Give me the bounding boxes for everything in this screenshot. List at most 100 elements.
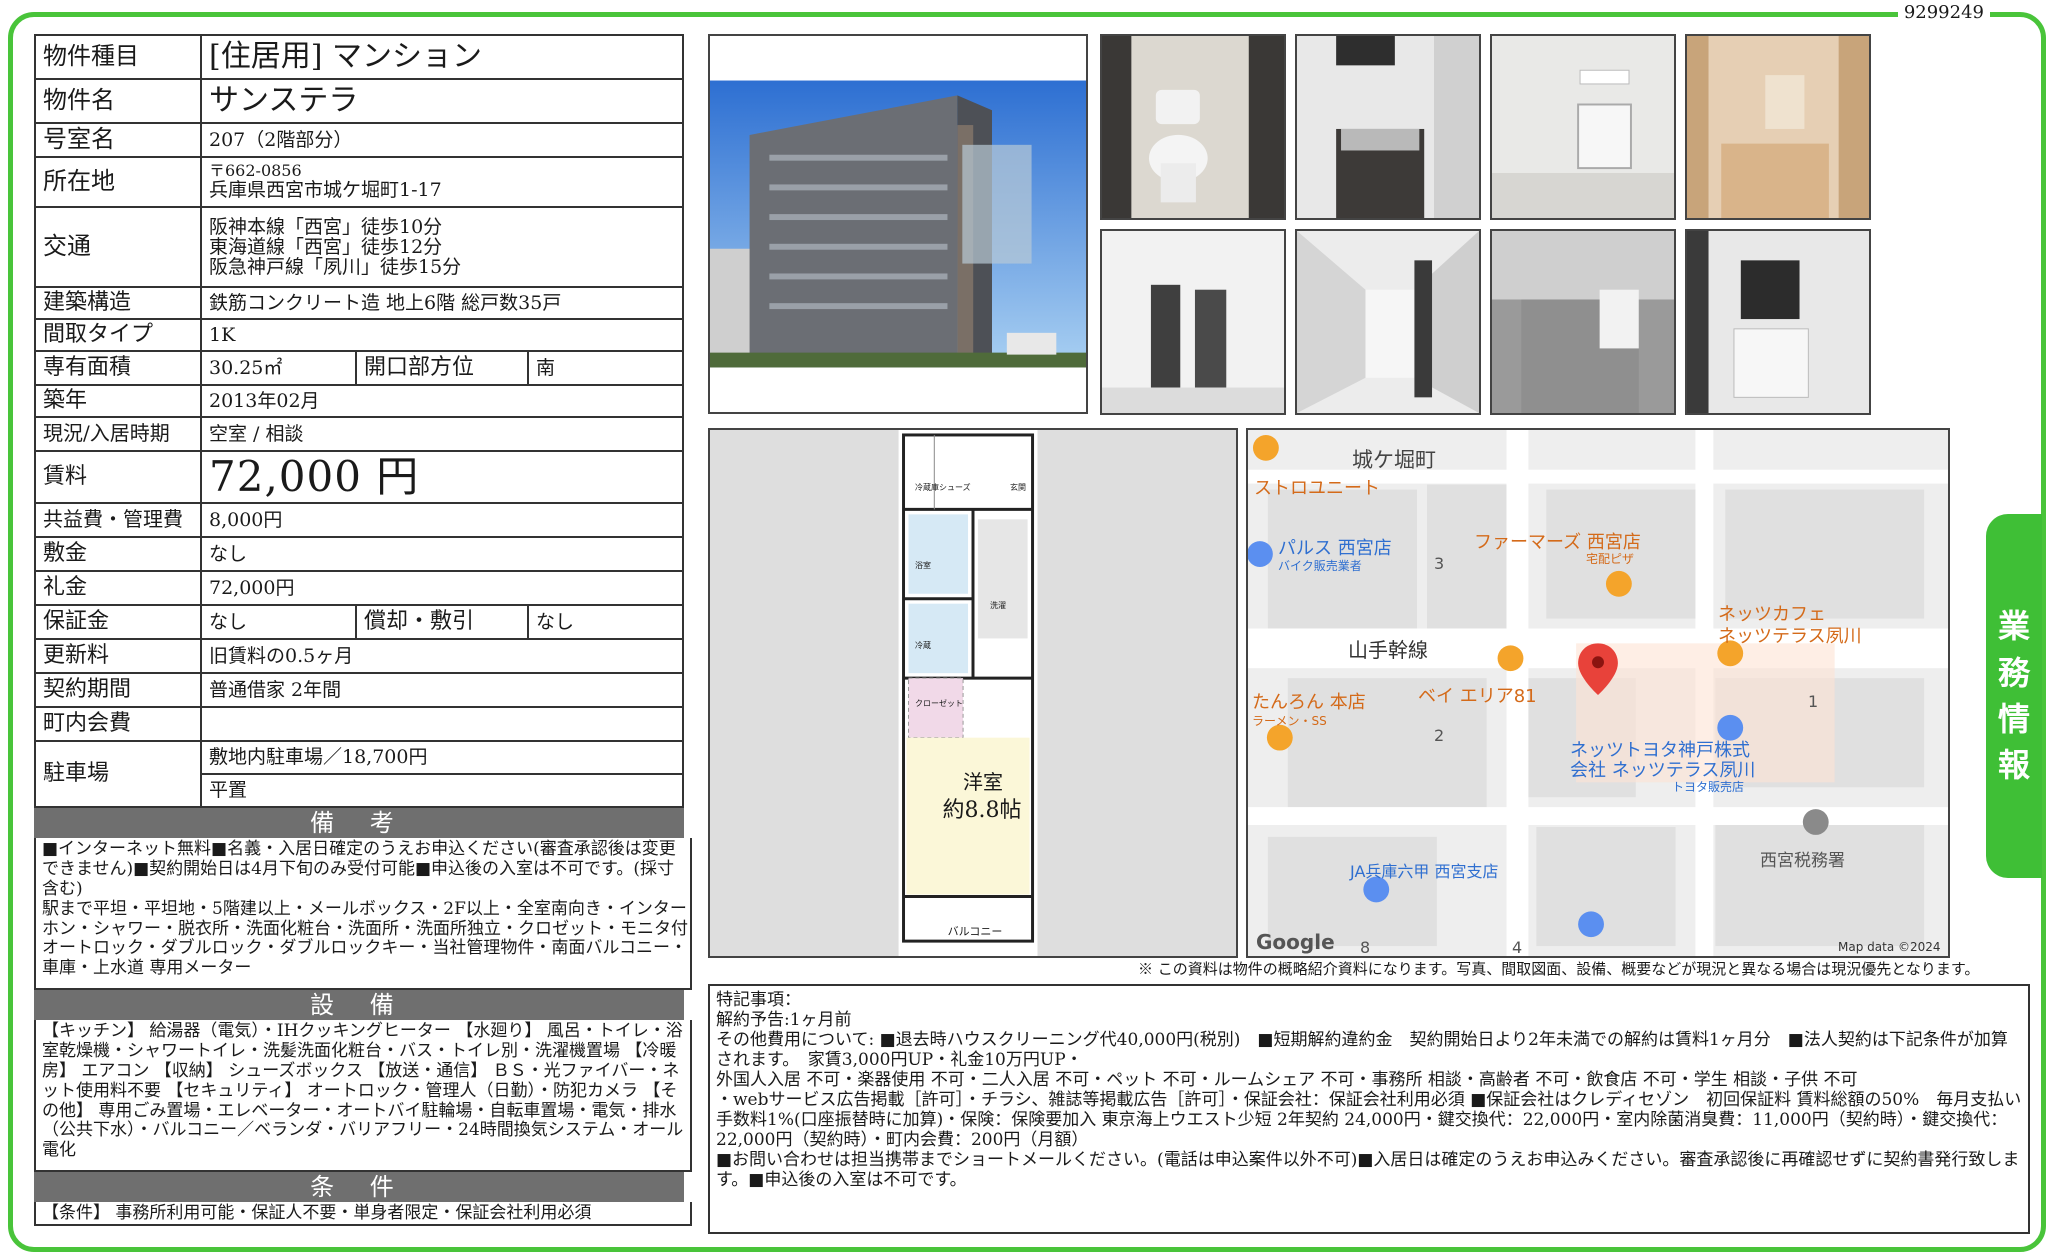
- google-logo: Google: [1256, 930, 1335, 954]
- plan-label: シューズ: [939, 483, 971, 492]
- conditions-body: 【条件】 事務所利用可能・保証人不要・単身者限定・保証会社利用必須: [34, 1202, 692, 1226]
- conditions-text: 【条件】 事務所利用可能・保証人不要・単身者限定・保証会社利用必須: [42, 1203, 592, 1223]
- reference-number: 9299249: [1897, 2, 1990, 23]
- remarks-text: ■インターネット無料■名義・入居日確定のうえお申込ください(審査承認後は変更でき…: [42, 839, 688, 979]
- guarantee-value: なし: [200, 604, 357, 640]
- floor-plan[interactable]: 洋室 約8.8帖 バルコニー 冷蔵庫 洗濯 浴室 シューズ 冷蔵 玄関 クローゼ…: [708, 428, 1238, 958]
- map-number: 3: [1434, 554, 1445, 573]
- fee-label: 共益費・管理費: [34, 502, 202, 538]
- renewal-label: 更新料: [34, 638, 202, 674]
- row-name: 物件名 サンステラ: [34, 78, 684, 124]
- contract-value: 普通借家 2年間: [200, 672, 684, 708]
- balcony-photo[interactable]: [1490, 229, 1676, 415]
- deposit-value: なし: [200, 536, 684, 572]
- deposit-label: 敷金: [34, 536, 202, 572]
- toilet-photo[interactable]: [1100, 34, 1286, 220]
- parking-label: 駐車場: [34, 740, 202, 808]
- plan-label: 冷蔵庫: [915, 483, 939, 492]
- plan-label: 冷蔵: [915, 641, 931, 650]
- row-layout: 間取タイプ 1K: [34, 318, 684, 352]
- map-attribution: Map data ©2024: [1838, 940, 1941, 954]
- room-window-photo[interactable]: [1490, 34, 1676, 220]
- rent-value: 72,000 円: [200, 450, 684, 504]
- exterior-photo[interactable]: [708, 34, 1088, 414]
- row-built: 築年 2013年02月: [34, 384, 684, 418]
- rent-label: 賃料: [34, 450, 202, 504]
- key-money-value: 72,000円: [200, 570, 684, 606]
- layout-label: 間取タイプ: [34, 318, 202, 352]
- name-value: サンステラ: [200, 78, 684, 124]
- layout-value: 1K: [200, 318, 684, 352]
- fee-value: 8,000円: [200, 502, 684, 538]
- structure-label: 建築構造: [34, 286, 202, 320]
- plan-room-size: 約8.8帖: [942, 798, 1022, 823]
- traffic-label: 交通: [34, 206, 202, 288]
- map-label: ベイ エリア81: [1418, 686, 1537, 707]
- map-label: ネッツテラス夙川: [1718, 626, 1862, 647]
- property-table: 物件種目 [住居用] マンション 物件名 サンステラ 号室名 207（2階部分）…: [34, 34, 684, 808]
- traffic-line: 阪神本線「西宮」徒歩10分: [209, 215, 443, 238]
- guarantee-label: 保証金: [34, 604, 202, 640]
- row-deposit: 敷金 なし: [34, 536, 684, 572]
- plan-label: クローゼット: [915, 699, 963, 708]
- map-number: 1: [1808, 692, 1819, 711]
- remarks-heading: 備 考: [34, 808, 684, 838]
- plan-room-name: 洋室: [963, 770, 1003, 794]
- side-tab-char: 業: [1997, 607, 2030, 646]
- plan-balcony: バルコニー: [947, 925, 1003, 938]
- parking-value: 敷地内駐車場／18,700円: [200, 740, 684, 775]
- row-status: 現況/入居時期 空室 / 相談: [34, 416, 684, 452]
- map-label: ストロユニート: [1254, 478, 1380, 499]
- row-contract: 契約期間 普通借家 2年間: [34, 672, 684, 708]
- area-label: 専有面積: [34, 350, 202, 386]
- row-room: 号室名 207（2階部分）: [34, 122, 684, 158]
- hallway-photo[interactable]: [1295, 229, 1481, 415]
- map-label: 西宮税務署: [1760, 851, 1845, 871]
- kitchen-photo[interactable]: [1295, 34, 1481, 220]
- map-label: たんろん 本店: [1252, 692, 1366, 713]
- name-label: 物件名: [34, 78, 202, 124]
- map-number: 8: [1360, 938, 1371, 957]
- map-number: 2: [1434, 726, 1445, 745]
- row-rent: 賃料 72,000 円: [34, 450, 684, 504]
- address-value: 兵庫県西宮市城ケ堀町1-17: [209, 179, 442, 202]
- row-kind: 物件種目 [住居用] マンション: [34, 34, 684, 80]
- built-value: 2013年02月: [200, 384, 684, 418]
- built-label: 築年: [34, 384, 202, 418]
- row-parking: 駐車場 敷地内駐車場／18,700円: [34, 740, 684, 808]
- special-notes-title: 特記事項：: [716, 990, 801, 1010]
- room-label: 号室名: [34, 122, 202, 158]
- row-area: 専有面積 30.25㎡ 開口部方位 南: [34, 350, 684, 386]
- map-label: 山手幹線: [1348, 638, 1428, 662]
- contract-label: 契約期間: [34, 672, 202, 708]
- structure-value: 鉄筋コンクリート造 地上6階 総戸数35戸: [200, 286, 684, 320]
- renewal-value: 旧賃料の0.5ヶ月: [200, 638, 684, 674]
- status-label: 現況/入居時期: [34, 416, 202, 452]
- amort-label: 償却・敷引: [355, 604, 529, 640]
- direction-value: 南: [527, 350, 684, 386]
- parking-type-value: 平置: [200, 773, 684, 808]
- map-label: ラーメン・SS: [1252, 714, 1327, 728]
- entrance-photo[interactable]: [1100, 229, 1286, 415]
- row-structure: 建築構造 鉄筋コンクリート造 地上6階 総戸数35戸: [34, 286, 684, 320]
- equipment-text: 【キッチン】 給湯器（電気）・IHクッキングヒーター 【水廻り】 風呂・トイレ・…: [42, 1021, 684, 1161]
- room-value: 207（2階部分）: [200, 122, 684, 158]
- business-info-tab[interactable]: 業 務 情 報: [1986, 514, 2042, 878]
- remarks-body: ■インターネット無料■名義・入居日確定のうえお申込ください(審査承認後は変更でき…: [34, 838, 692, 990]
- address-zip: 〒662-0856: [209, 161, 302, 181]
- bathroom-photo[interactable]: [1685, 34, 1871, 220]
- conditions-heading: 条 件: [34, 1172, 684, 1202]
- map-label: 宅配ピザ: [1586, 552, 1635, 566]
- area-value: 30.25㎡: [200, 350, 357, 386]
- area-map[interactable]: 城ケ堀町 ストロユニート パルス 西宮店 バイク販売業者 ファーマーズ 西宮店 …: [1246, 428, 1950, 958]
- kind-value: [住居用] マンション: [200, 34, 684, 80]
- community-value: [200, 706, 684, 742]
- traffic-line: 東海道線「西宮」徒歩12分: [209, 235, 443, 258]
- equipment-body: 【キッチン】 給湯器（電気）・IHクッキングヒーター 【水廻り】 風呂・トイレ・…: [34, 1020, 692, 1172]
- key-money-label: 礼金: [34, 570, 202, 606]
- map-label: 城ケ堀町: [1352, 448, 1436, 472]
- washroom-photo[interactable]: [1685, 229, 1871, 415]
- row-guarantee: 保証金 なし 償却・敷引 なし: [34, 604, 684, 640]
- special-notes: 特記事項： 解約予告:1ヶ月前 その他費用について: ■退去時ハウスクリーニング…: [708, 984, 2030, 1234]
- direction-label: 開口部方位: [355, 350, 529, 386]
